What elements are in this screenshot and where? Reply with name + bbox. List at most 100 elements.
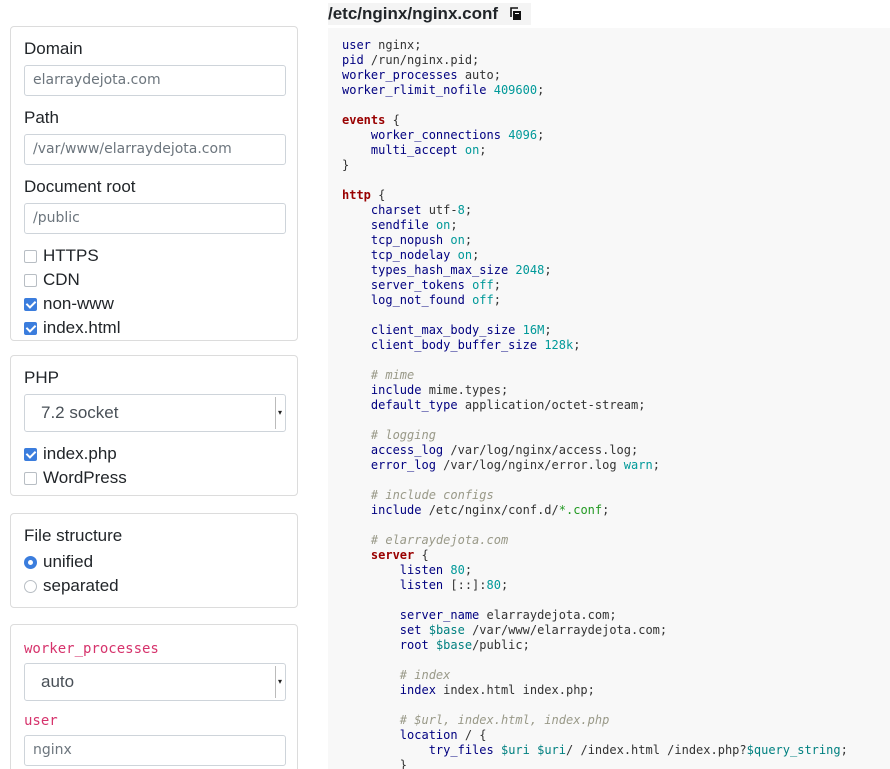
code-token: ; [472,248,480,262]
separated-label: separated [43,576,119,595]
document-root-input[interactable]: /public [24,203,286,234]
cdn-checkbox[interactable] [24,273,37,287]
php-version-select[interactable]: 7.2 socket [24,394,286,432]
code-line: server_name elarraydejota.com; [342,608,890,623]
code-token: tcp_nodelay [370,248,451,262]
code-token: $base [435,638,473,652]
chevron-down-icon [275,666,284,698]
code-line: try_files $uri $uri/ /index.html /index.… [342,743,890,758]
code-token: 409600 [493,83,538,97]
index-php-checkbox[interactable] [24,447,37,461]
code-token: ; [493,293,501,307]
code-token: include [370,503,422,517]
worker-processes-select[interactable]: auto [24,663,286,701]
code-token: # mime [370,368,415,382]
code-line: charset utf-8; [342,203,890,218]
code-token: client_body_buffer_size [370,338,538,352]
code-token: client_max_body_size [370,323,516,337]
code-line: # elarraydejota.com [342,533,890,548]
wordpress-checkbox-row[interactable]: WordPress [24,466,284,490]
code-token: utf- [421,203,458,217]
file-structure-label: File structure [24,526,123,545]
path-input[interactable]: /var/www/elarraydejota.com [24,134,286,165]
code-token: events [342,113,386,127]
code-token: server_tokens [370,278,465,292]
unified-radio-row[interactable]: unified [24,550,284,574]
code-token: # elarraydejota.com [370,533,509,547]
https-checkbox[interactable] [24,249,37,263]
code-token: user [342,38,371,52]
code-token: [::]: [443,578,487,592]
domain-input[interactable]: elarraydejota.com [24,65,286,96]
index-php-checkbox-row[interactable]: index.php [24,442,284,466]
non-www-checkbox[interactable] [24,297,37,311]
code-line: server_tokens off; [342,278,890,293]
code-line: listen [::]:80; [342,578,890,593]
code-line: listen 80; [342,563,890,578]
code-line: types_hash_max_size 2048; [342,263,890,278]
cdn-checkbox-row[interactable]: CDN [24,268,284,292]
code-token: auto; [457,68,501,82]
code-token: include [370,383,422,397]
code-line: client_max_body_size 16M; [342,323,890,338]
user-label: user [24,713,58,729]
index-html-checkbox[interactable] [24,321,37,335]
code-token: worker_connections [370,128,501,142]
code-token: /var/log/nginx/access.log; [443,443,639,457]
code-line: http { [342,188,890,203]
non-www-label: non-www [43,294,114,313]
code-token: root [399,638,429,652]
code-token: $query_string [746,743,841,757]
code-token: ; [537,83,545,97]
code-token: worker_rlimit_nofile [342,83,487,97]
cdn-label: CDN [43,270,80,289]
code-line: tcp_nopush on; [342,233,890,248]
https-checkbox-row[interactable]: HTTPS [24,244,284,268]
file-title-bar: /etc/nginx/nginx.conf [328,3,532,25]
code-line: pid /run/nginx.pid; [342,53,890,68]
worker-processes-label: worker_processes [24,641,159,657]
wordpress-checkbox[interactable] [24,471,37,485]
code-token: $uri [500,743,530,757]
code-line: access_log /var/log/nginx/access.log; [342,443,890,458]
file-path-title: /etc/nginx/nginx.conf [328,4,499,23]
code-line: worker_connections 4096; [342,128,890,143]
code-token: default_type [370,398,458,412]
code-token: index [399,683,436,697]
separated-radio[interactable] [24,579,37,593]
code-token: sendfile [370,218,429,232]
code-token: /run/nginx.pid; [363,53,480,67]
code-token: index.html index.php; [435,683,595,697]
unified-radio[interactable] [24,555,37,569]
separated-radio-row[interactable]: separated [24,574,284,598]
php-label: PHP [24,368,59,387]
non-www-checkbox-row[interactable]: non-www [24,292,284,316]
code-token: ; [464,203,473,217]
code-token: location [399,728,458,742]
user-input[interactable]: nginx [24,735,286,766]
copy-icon[interactable] [510,7,523,21]
code-token: warn [623,458,653,472]
code-token: types_hash_max_size [370,263,509,277]
document-root-label: Document root [24,177,136,196]
code-token: pid [342,53,364,67]
code-token: ; [544,323,552,337]
index-html-checkbox-row[interactable]: index.html [24,316,284,340]
